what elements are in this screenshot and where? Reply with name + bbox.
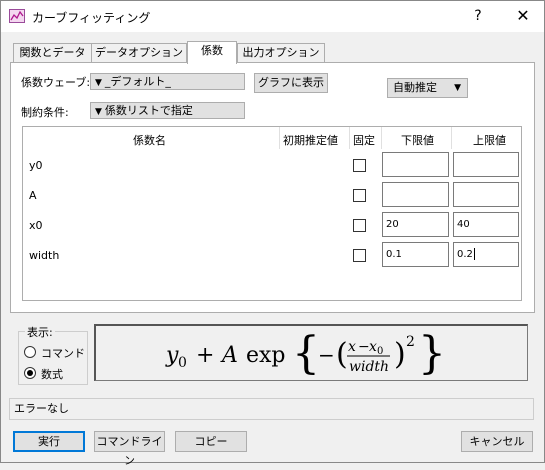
header-upper-limit: 上限値 [473, 134, 506, 147]
formula-exp: exp [246, 343, 286, 368]
lower-limit-input-y0[interactable] [382, 152, 449, 177]
command-line-button[interactable]: コマンドライン [94, 431, 165, 467]
dropdown-arrow-icon: ▼ [95, 107, 102, 117]
close-button[interactable]: ✕ [509, 5, 537, 27]
header-divider [451, 127, 452, 149]
formula-y: y [165, 343, 179, 368]
header-divider [349, 127, 350, 149]
formula-y-sub: 0 [178, 355, 187, 371]
formula-power: 2 [406, 334, 415, 350]
upper-limit-input-width[interactable]: 0.2 [453, 242, 519, 267]
formula-a: A [220, 343, 238, 368]
header-fixed: 固定 [353, 134, 375, 147]
fixed-checkbox-x0[interactable] [353, 219, 366, 232]
formula-denominator: width [349, 359, 389, 375]
radio-formula[interactable] [24, 367, 36, 379]
constraint-dropdown[interactable]: ▼ 係数リストで指定 [90, 102, 245, 119]
radio-command-label[interactable]: コマンド [41, 345, 85, 361]
formula-numer-x: x [348, 339, 356, 355]
coef-wave-dropdown[interactable]: ▼ _デフォルト_ [90, 73, 245, 90]
left-brace-icon: { [292, 328, 320, 378]
radio-command[interactable] [24, 346, 36, 358]
tab-function-and-data[interactable]: 関数とデータ [13, 43, 92, 63]
status-message: エラーなし [14, 402, 69, 415]
formula-render: y 0 + A exp { − ( x − x 0 width ) 2 } [165, 328, 446, 378]
auto-guess-value: 自動推定 [393, 81, 437, 94]
help-button[interactable]: ? [466, 5, 490, 27]
upper-limit-input-a[interactable] [453, 182, 519, 207]
row-name-y0: y0 [29, 159, 43, 172]
upper-limit-input-x0[interactable]: 40 [453, 212, 519, 237]
formula-plus: + [196, 343, 214, 368]
left-paren-icon: ( [336, 337, 348, 372]
fixed-checkbox-y0[interactable] [353, 159, 366, 172]
show-on-graph-button[interactable]: グラフに表示 [254, 73, 328, 93]
formula-minus: − [318, 343, 335, 367]
app-icon [9, 9, 25, 23]
constraint-value: 係数リストで指定 [104, 104, 193, 117]
tab-output-options[interactable]: 出力オプション [237, 43, 325, 63]
lower-limit-input-a[interactable] [382, 182, 449, 207]
tab-coefficients[interactable]: 係数 [187, 41, 237, 64]
header-lower-limit: 下限値 [401, 134, 434, 147]
row-name-x0: x0 [29, 219, 43, 232]
constraint-label: 制約条件: [21, 106, 69, 119]
upper-limit-value-width: 0.2 [457, 249, 473, 260]
right-brace-icon: } [418, 328, 446, 378]
formula-numer-minus: − [358, 339, 370, 355]
dropdown-arrow-icon: ▼ [95, 78, 102, 88]
coefficient-table: 係数名 初期推定値 固定 下限値 上限値 y0 A x0 20 40 width… [22, 126, 522, 301]
status-bar: エラーなし [9, 398, 534, 420]
header-coef-name: 係数名 [133, 134, 166, 147]
lower-limit-input-x0[interactable]: 20 [382, 212, 449, 237]
right-paren-icon: ) [394, 337, 406, 372]
display-group-title: 表示: [25, 324, 55, 340]
header-initial-guess: 初期推定値 [283, 134, 338, 147]
curve-fitting-dialog: カーブフィッティング ? ✕ 関数とデータ データオプション 係数 出力オプショ… [0, 0, 545, 467]
upper-limit-input-y0[interactable] [453, 152, 519, 177]
formula-numer-x0: x [369, 339, 377, 355]
text-cursor [473, 248, 475, 260]
auto-guess-dropdown[interactable]: 自動推定 ▼ [387, 78, 468, 98]
coef-wave-label: 係数ウェーブ: [21, 76, 91, 89]
formula-numer-x0-sub: 0 [377, 346, 383, 357]
dropdown-arrow-icon: ▼ [454, 83, 461, 93]
copy-button[interactable]: コピー [175, 431, 247, 452]
row-name-a: A [29, 189, 37, 202]
header-divider [279, 127, 280, 149]
run-button[interactable]: 実行 [13, 431, 85, 452]
header-divider [381, 127, 382, 149]
coef-wave-value: _デフォルト_ [104, 75, 171, 88]
fixed-checkbox-width[interactable] [353, 249, 366, 262]
radio-formula-label[interactable]: 数式 [41, 366, 63, 382]
fixed-checkbox-a[interactable] [353, 189, 366, 202]
tab-data-options[interactable]: データオプション [91, 43, 187, 63]
title-bar: カーブフィッティング ? ✕ [1, 1, 544, 32]
cancel-button[interactable]: キャンセル [461, 431, 533, 452]
lower-limit-input-width[interactable]: 0.1 [382, 242, 449, 267]
window-title: カーブフィッティング [32, 11, 151, 25]
formula-display: y 0 + A exp { − ( x − x 0 width ) 2 } [94, 324, 528, 381]
row-name-width: width [29, 249, 60, 262]
